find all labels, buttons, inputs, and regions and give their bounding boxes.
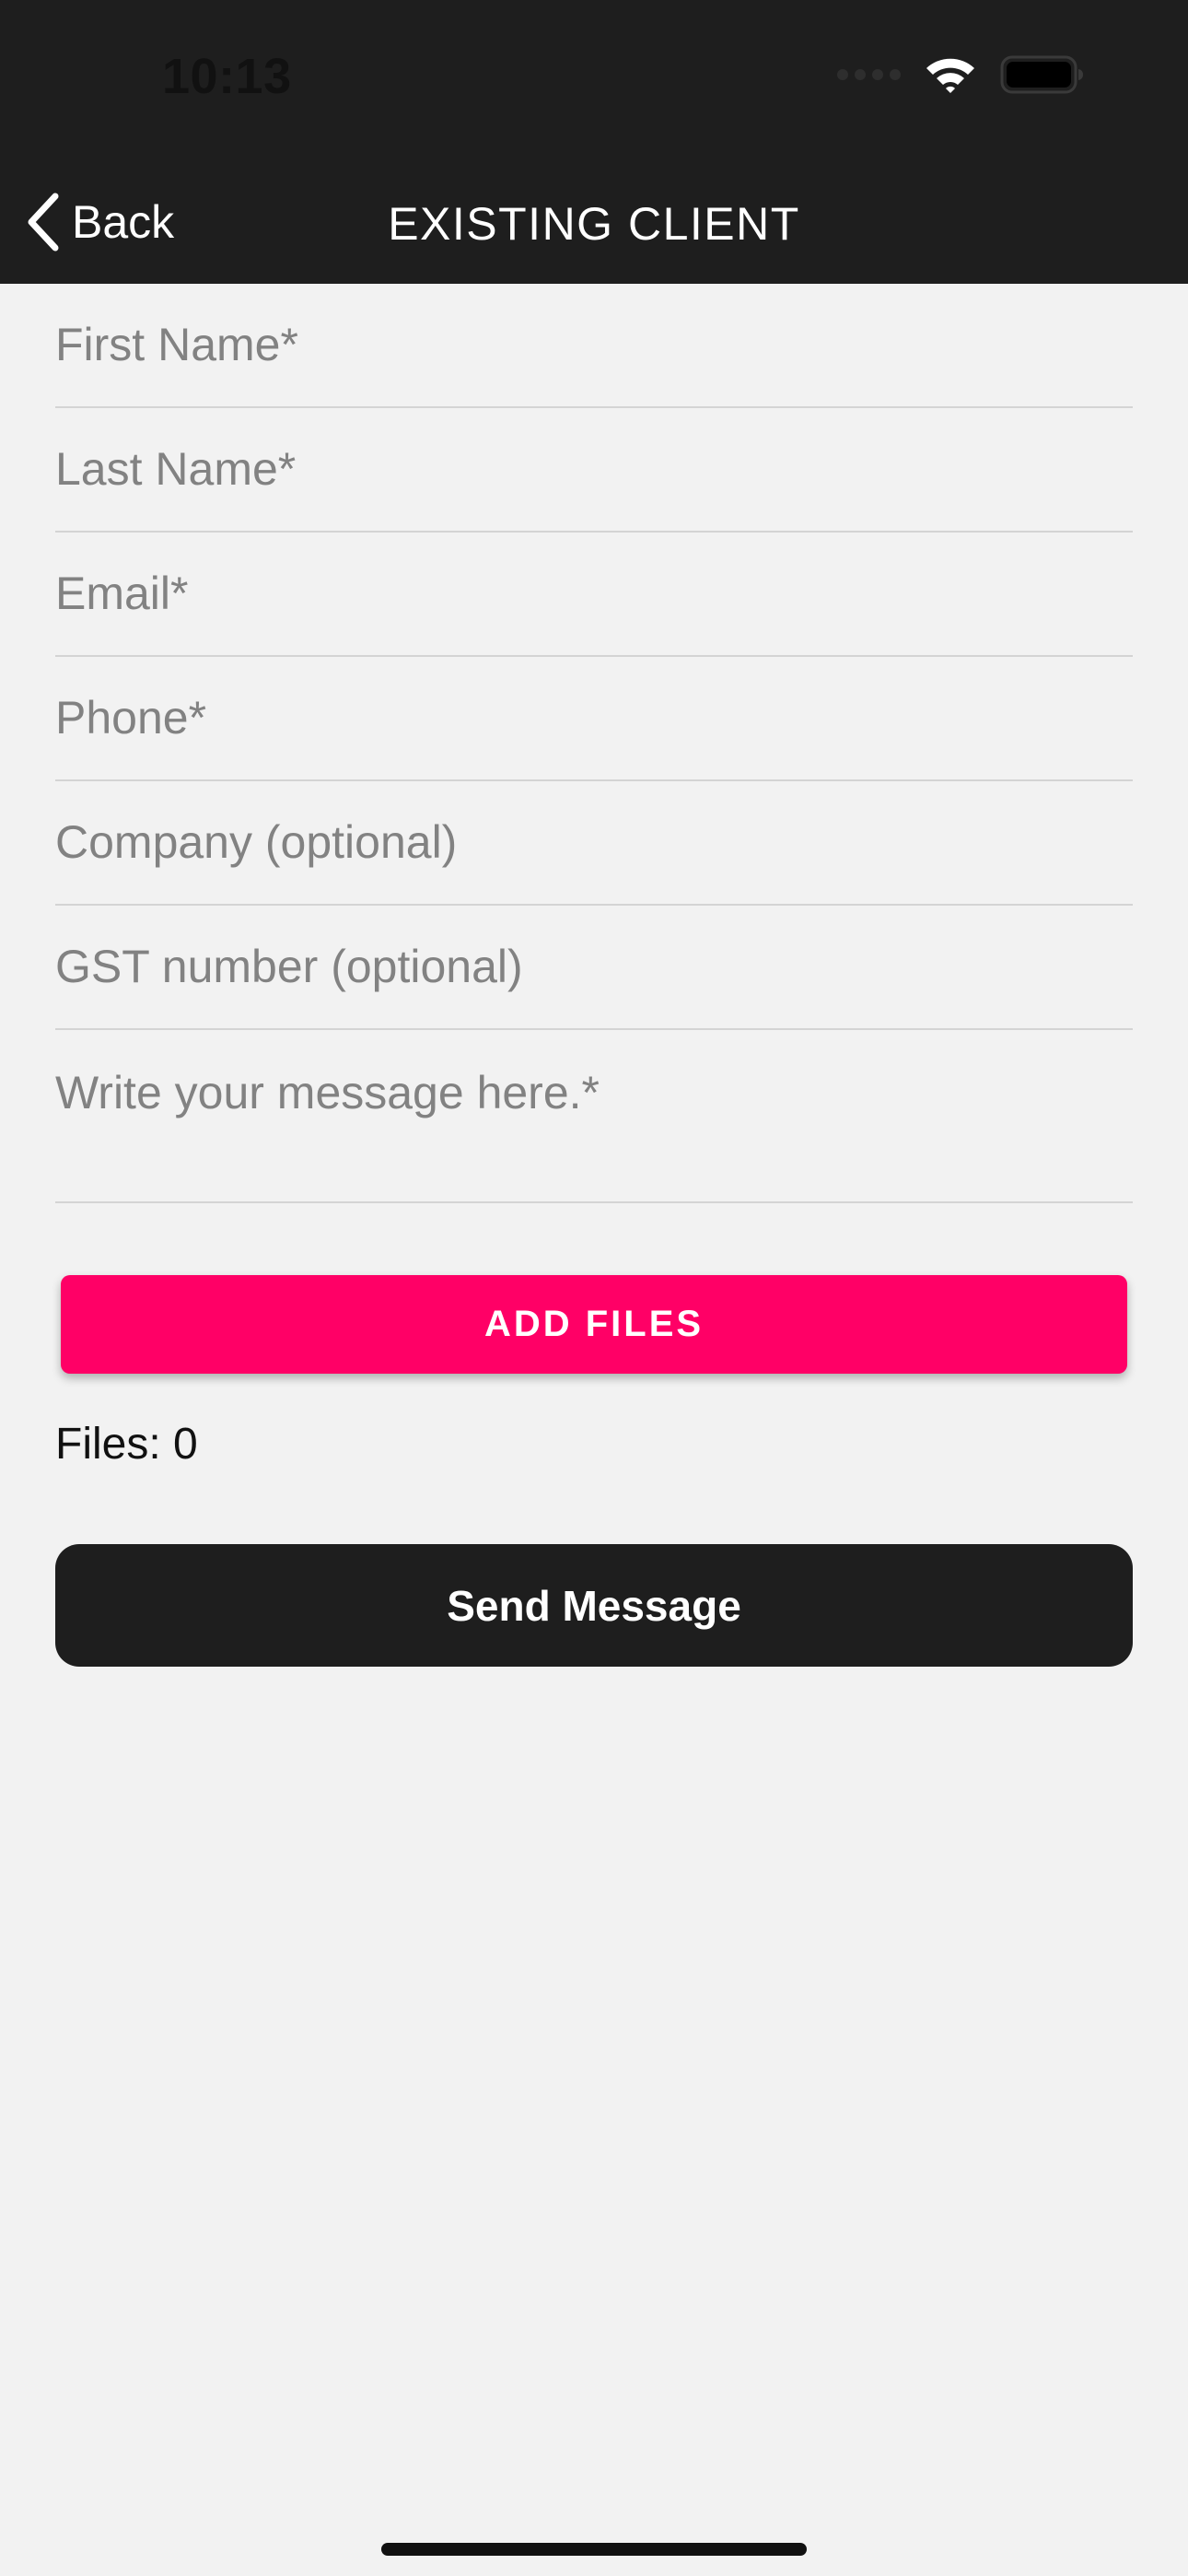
cellular-signal-icon bbox=[837, 69, 901, 80]
company-row bbox=[55, 781, 1133, 906]
last-name-input[interactable] bbox=[55, 408, 1133, 529]
gst-number-row bbox=[55, 906, 1133, 1030]
company-input[interactable] bbox=[55, 781, 1133, 902]
navigation-header: 10:13 Back EXISTING CLIENT bbox=[0, 0, 1188, 284]
send-message-button[interactable]: Send Message bbox=[55, 1544, 1133, 1667]
files-count: Files: 0 bbox=[55, 1420, 198, 1469]
first-name-row bbox=[55, 284, 1133, 408]
contact-form bbox=[55, 284, 1133, 1203]
phone-input[interactable] bbox=[55, 657, 1133, 778]
add-files-button[interactable]: ADD FILES bbox=[61, 1275, 1127, 1374]
page-title: EXISTING CLIENT bbox=[388, 198, 800, 250]
gst-number-input[interactable] bbox=[55, 906, 1133, 1026]
email-input[interactable] bbox=[55, 533, 1133, 653]
message-textarea[interactable] bbox=[55, 1065, 1133, 1194]
home-indicator[interactable] bbox=[381, 2543, 807, 2556]
phone-row bbox=[55, 657, 1133, 781]
wifi-icon bbox=[926, 58, 974, 93]
first-name-input[interactable] bbox=[55, 284, 1133, 404]
last-name-row bbox=[55, 408, 1133, 533]
battery-icon bbox=[1000, 55, 1083, 94]
status-indicators bbox=[837, 55, 1085, 94]
status-time: 10:13 bbox=[162, 49, 292, 104]
email-row bbox=[55, 533, 1133, 657]
message-row bbox=[55, 1030, 1133, 1203]
